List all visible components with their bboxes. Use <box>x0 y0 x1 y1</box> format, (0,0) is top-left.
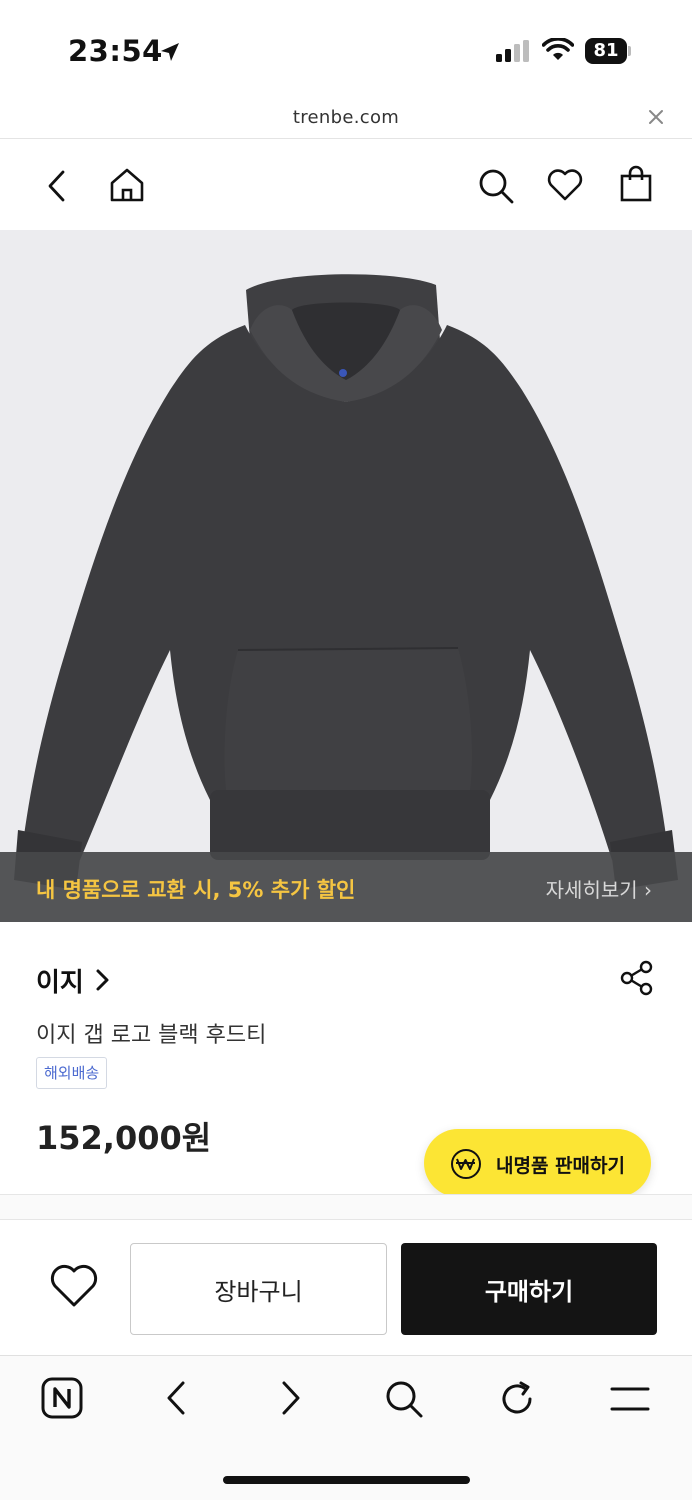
browser-forward-icon[interactable] <box>279 1380 303 1416</box>
location-arrow-icon <box>161 43 179 61</box>
heart-icon[interactable] <box>546 168 584 202</box>
brand-name[interactable]: 이지 <box>36 962 84 999</box>
wishlist-heart-icon[interactable] <box>48 1262 100 1310</box>
wifi-icon <box>542 38 574 60</box>
home-icon[interactable] <box>108 166 146 204</box>
battery-tip <box>628 46 631 56</box>
browser-search-icon[interactable] <box>384 1379 424 1419</box>
product-image[interactable] <box>0 230 692 922</box>
home-indicator <box>223 1476 470 1484</box>
chevron-right-icon[interactable] <box>95 968 111 992</box>
search-icon[interactable] <box>477 167 515 205</box>
won-coin-icon <box>451 1149 481 1179</box>
product-title: 이지 갭 로고 블랙 후드티 <box>36 1023 267 1048</box>
battery-level: 81 <box>585 38 627 64</box>
back-icon[interactable] <box>44 169 70 203</box>
status-bar: 23:54 81 <box>0 0 692 95</box>
app-header <box>0 140 692 230</box>
battery-indicator: 81 <box>585 38 631 64</box>
cellular-signal-icon <box>496 40 529 62</box>
menu-icon[interactable] <box>610 1385 650 1413</box>
status-time: 23:54 <box>68 34 163 68</box>
purchase-action-bar: 장바구니 구매하기 <box>0 1221 692 1354</box>
add-to-cart-button[interactable]: 장바구니 <box>130 1243 387 1335</box>
browser-back-icon[interactable] <box>164 1380 188 1416</box>
url-domain[interactable]: trenbe.com <box>0 107 692 128</box>
url-bar[interactable]: trenbe.com <box>0 95 692 139</box>
sell-my-item-button[interactable]: 내명품 판매하기 <box>424 1129 651 1197</box>
product-price: 152,000원 <box>36 1119 212 1157</box>
promo-banner[interactable]: 내 명품으로 교환 시, 5% 추가 할인 자세히보기 › <box>0 852 692 922</box>
refresh-icon[interactable] <box>497 1379 537 1419</box>
sell-button-label: 내명품 판매하기 <box>496 1155 625 1177</box>
promo-text: 내 명품으로 교환 시, 5% 추가 할인 <box>36 878 356 902</box>
hoodie-image <box>14 274 678 890</box>
section-gap <box>0 1195 692 1220</box>
buy-now-button[interactable]: 구매하기 <box>401 1243 657 1335</box>
naver-n-icon[interactable] <box>41 1377 83 1419</box>
share-icon[interactable] <box>620 960 654 996</box>
promo-more-link[interactable]: 자세히보기 › <box>546 874 652 903</box>
shopping-bag-icon[interactable] <box>619 165 653 203</box>
close-icon[interactable] <box>647 108 665 126</box>
shipping-badge: 해외배송 <box>36 1057 108 1089</box>
